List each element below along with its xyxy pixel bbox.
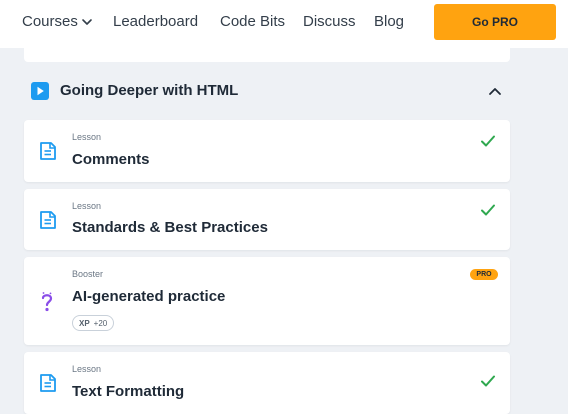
- play-icon: [31, 82, 49, 100]
- card-title: AI-generated practice: [72, 288, 226, 305]
- nav-item-blog[interactable]: Blog: [374, 13, 404, 31]
- document-icon: [40, 374, 56, 392]
- document-icon: [40, 142, 56, 160]
- go-pro-button[interactable]: Go PRO: [434, 4, 556, 40]
- nav-item-courses[interactable]: Courses: [22, 13, 78, 31]
- xp-reward-pill: XP +20: [72, 315, 115, 331]
- document-icon: [40, 211, 56, 229]
- section-title: Going Deeper with HTML: [60, 82, 239, 99]
- top-navigation: Courses Leaderboard Code Bits Discuss Bl…: [0, 0, 568, 48]
- pro-badge: PRO: [470, 269, 498, 280]
- previous-card-edge: [24, 48, 510, 62]
- check-icon: [481, 204, 495, 216]
- chevron-up-icon[interactable]: [487, 84, 503, 98]
- lesson-card-standards[interactable]: Lesson Standards & Best Practices: [24, 189, 510, 250]
- booster-card-ai-practice[interactable]: Booster AI-generated practice PRO XP +20: [24, 257, 510, 345]
- card-title: Standards & Best Practices: [72, 219, 268, 236]
- lesson-card-comments[interactable]: Lesson Comments: [24, 120, 510, 182]
- chevron-down-icon[interactable]: [80, 15, 94, 29]
- card-title: Comments: [72, 151, 150, 168]
- nav-item-leaderboard[interactable]: Leaderboard: [113, 13, 198, 31]
- card-type-label: Lesson: [72, 132, 102, 142]
- nav-item-discuss[interactable]: Discuss: [303, 13, 356, 31]
- check-icon: [481, 375, 495, 387]
- card-type-label: Lesson: [72, 201, 102, 211]
- question-mark-icon: [41, 292, 53, 312]
- xp-value: +20: [93, 318, 108, 328]
- xp-label: XP: [79, 318, 90, 328]
- nav-item-code-bits[interactable]: Code Bits: [220, 13, 285, 31]
- card-type-label: Booster: [72, 269, 104, 279]
- card-type-label: Lesson: [72, 364, 102, 374]
- card-title: Text Formatting: [72, 383, 185, 400]
- lesson-card-text-formatting[interactable]: Lesson Text Formatting: [24, 352, 510, 414]
- check-icon: [481, 135, 495, 147]
- section-header[interactable]: Going Deeper with HTML: [24, 72, 510, 110]
